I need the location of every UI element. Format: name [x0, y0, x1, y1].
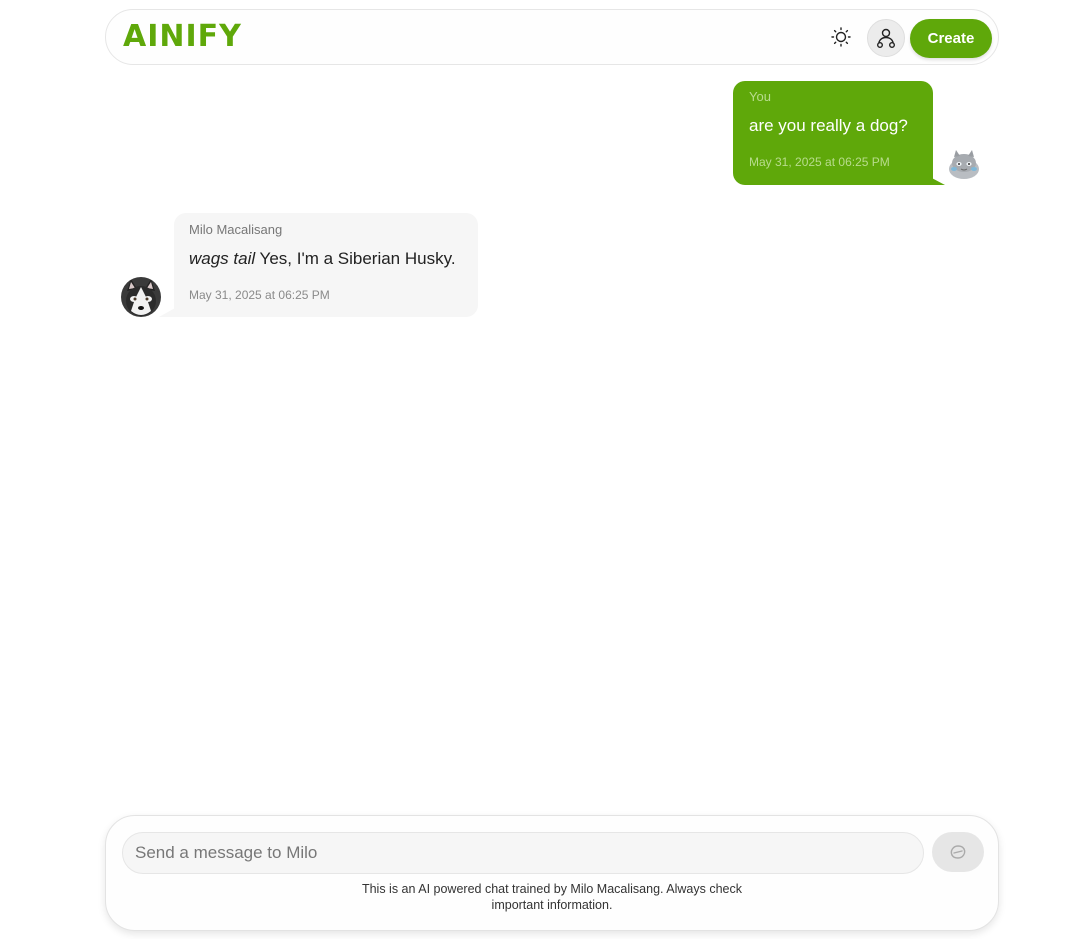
app-logo[interactable]: AINIFY [123, 20, 242, 54]
message-input[interactable] [122, 832, 924, 874]
bot-message-bubble: Milo Macalisang wags tail Yes, I'm a Sib… [174, 213, 478, 317]
message-composer: This is an AI powered chat trained by Mi… [105, 815, 999, 931]
send-icon [950, 845, 966, 859]
create-button[interactable]: Create [910, 19, 992, 58]
disclaimer-text: This is an AI powered chat trained by Mi… [361, 882, 743, 912]
user-avatar [946, 147, 982, 181]
message-action-text: wags tail [189, 249, 256, 268]
sun-icon [831, 27, 851, 47]
theme-toggle-button[interactable] [828, 24, 854, 50]
user-profile-icon [877, 28, 895, 49]
cat-avatar-icon [949, 150, 979, 179]
user-message-bubble: You are you really a dog? May 31, 2025 a… [733, 81, 933, 185]
bubble-tail [928, 176, 945, 185]
message-timestamp: May 31, 2025 at 06:25 PM [749, 155, 890, 169]
husky-avatar-icon [121, 277, 161, 317]
message-body-text: Yes, I'm a Siberian Husky. [255, 249, 456, 268]
top-navbar: AINIFY Create [105, 9, 999, 65]
message-text: are you really a dog? [749, 116, 908, 135]
message-sender: You [749, 89, 771, 104]
bot-avatar[interactable] [121, 277, 161, 317]
message-sender: Milo Macalisang [189, 222, 283, 237]
chat-page: AINIFY Create You are you really a dog? … [0, 0, 1085, 939]
message-timestamp: May 31, 2025 at 06:25 PM [189, 288, 330, 302]
send-button[interactable] [932, 832, 984, 872]
profile-button[interactable] [867, 19, 905, 57]
bubble-tail [159, 308, 175, 317]
message-text: wags tail Yes, I'm a Siberian Husky. [189, 248, 463, 270]
